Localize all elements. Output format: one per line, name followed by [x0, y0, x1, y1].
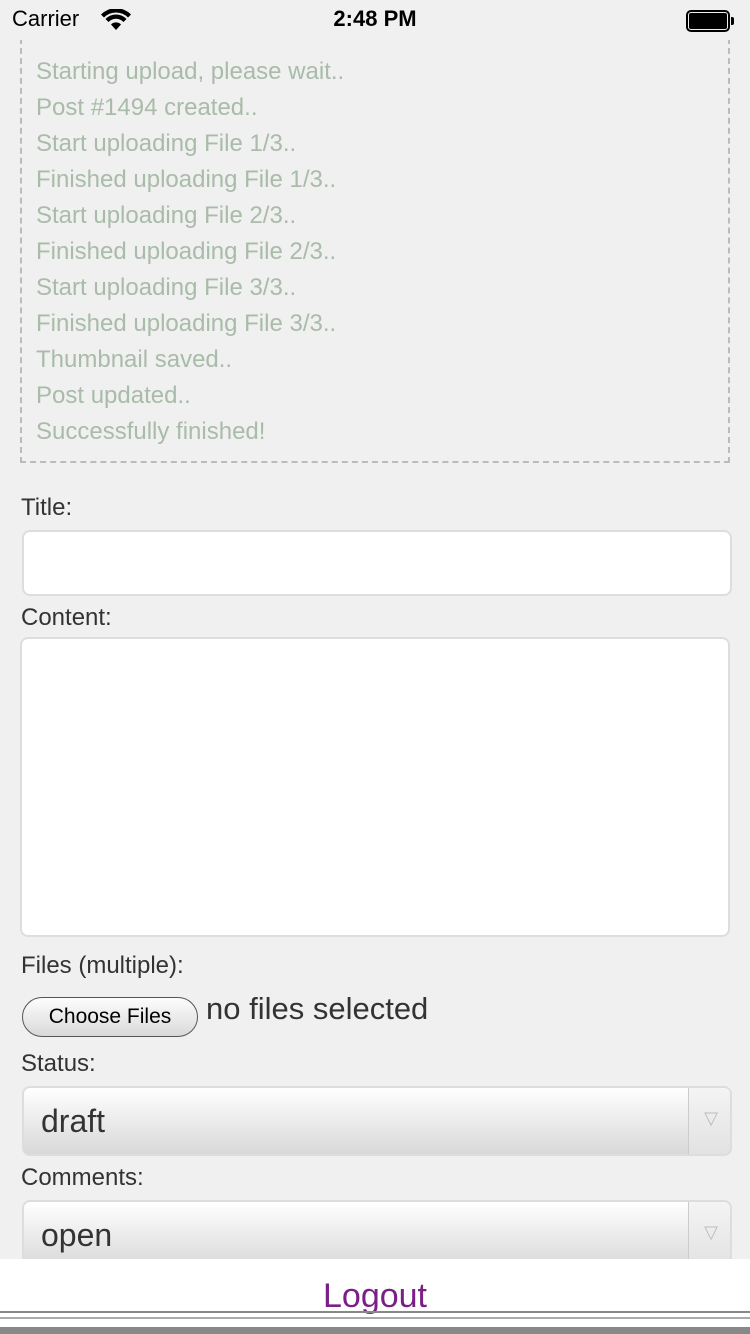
- content-textarea[interactable]: [20, 637, 730, 937]
- upload-log: Starting upload, please wait.. Post #149…: [20, 38, 730, 463]
- log-line: Finished uploading File 1/3..: [36, 166, 337, 193]
- comments-select-value: open: [41, 1217, 113, 1253]
- log-line: Start uploading File 1/3..: [36, 130, 297, 157]
- log-line: Thumbnail saved..: [36, 346, 233, 373]
- log-line: Start uploading File 2/3..: [36, 202, 297, 229]
- comments-label: Comments:: [21, 1164, 144, 1191]
- log-line: Finished uploading File 2/3..: [36, 238, 337, 265]
- content-label: Content:: [21, 604, 112, 631]
- footer-divider: [0, 1317, 750, 1319]
- footer-divider: [0, 1327, 750, 1334]
- footer: Logout: [0, 1259, 750, 1334]
- log-line: Post #1494 created..: [36, 94, 258, 121]
- status-select-value: draft: [41, 1103, 106, 1139]
- clock: 2:48 PM: [333, 6, 417, 31]
- status-label: Status:: [21, 1050, 96, 1077]
- title-input[interactable]: [22, 530, 732, 596]
- files-label: Files (multiple):: [21, 952, 184, 979]
- chevron-down-icon: ▽: [704, 1108, 718, 1128]
- battery-icon: [686, 10, 734, 32]
- log-line: Post updated..: [36, 382, 191, 409]
- log-line: Starting upload, please wait..: [36, 58, 345, 85]
- chevron-down-icon: ▽: [704, 1222, 718, 1242]
- log-line: Successfully finished!: [36, 418, 266, 445]
- choose-files-button[interactable]: Choose Files: [22, 997, 198, 1037]
- log-line: Finished uploading File 3/3..: [36, 310, 337, 337]
- log-line: Start uploading File 3/3..: [36, 274, 297, 301]
- status-select[interactable]: draft ▽: [22, 1086, 732, 1156]
- status-select-toggle[interactable]: ▽: [688, 1088, 730, 1154]
- title-label: Title:: [21, 494, 73, 521]
- footer-divider: [0, 1311, 750, 1313]
- no-files-text: no files selected: [206, 991, 429, 1026]
- status-bar: Carrier 2:48 PM: [0, 0, 750, 40]
